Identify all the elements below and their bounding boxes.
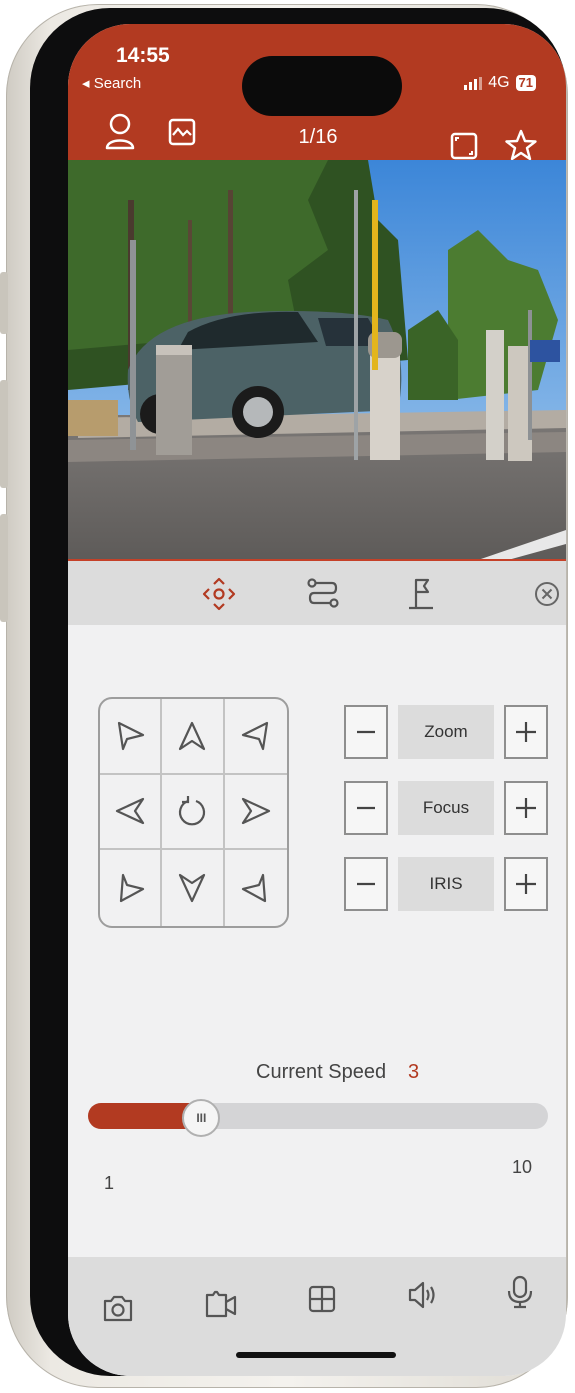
speaker-icon[interactable] bbox=[406, 1279, 438, 1316]
arrow-up-right-icon bbox=[241, 721, 268, 750]
network-type: 4G bbox=[488, 74, 510, 91]
volume-up-button bbox=[0, 380, 8, 488]
minus-icon bbox=[357, 882, 375, 886]
signal-icon bbox=[464, 76, 483, 90]
pan-up-right-button[interactable] bbox=[224, 699, 287, 775]
pan-left-button[interactable] bbox=[100, 774, 163, 851]
reset-rotate-icon bbox=[179, 796, 206, 826]
arrow-right-icon bbox=[241, 798, 270, 825]
focus-far-button[interactable] bbox=[504, 781, 548, 835]
volume-down-button bbox=[0, 514, 8, 622]
zoom-control: Zoom bbox=[344, 705, 548, 759]
direction-pad bbox=[98, 697, 289, 928]
minus-icon bbox=[357, 730, 375, 734]
ptz-control-panel: Zoom Focus IRIS Current Speed 3 III 1 10 bbox=[68, 625, 566, 1257]
back-to-search-link[interactable]: ◂ Search bbox=[82, 74, 141, 92]
speed-min-label: 1 bbox=[104, 1173, 115, 1193]
pan-up-left-button[interactable] bbox=[100, 699, 163, 775]
speed-max-label: 10 bbox=[512, 1157, 533, 1177]
arrow-down-left-icon bbox=[120, 874, 145, 903]
video-record-icon[interactable] bbox=[204, 1289, 238, 1324]
pan-down-left-button[interactable] bbox=[100, 850, 163, 926]
preset-flag-icon[interactable] bbox=[406, 577, 436, 616]
tilt-down-button[interactable] bbox=[162, 850, 225, 926]
focus-near-button[interactable] bbox=[344, 781, 388, 835]
grid-layout-icon[interactable] bbox=[308, 1285, 336, 1318]
status-time: 14:55 bbox=[116, 44, 170, 67]
arrow-up-left-icon bbox=[118, 721, 145, 750]
pan-right-button[interactable] bbox=[224, 775, 287, 851]
minus-icon bbox=[357, 806, 375, 810]
plus-icon bbox=[516, 722, 536, 742]
page-counter: 1/16 bbox=[298, 126, 338, 148]
app-screen: 14:55 ◂ Search 4G 71 1/16 Zoom Focus IRI… bbox=[68, 24, 566, 1376]
zoom-in-button[interactable] bbox=[504, 705, 548, 759]
plus-icon bbox=[516, 798, 536, 818]
iris-label: IRIS bbox=[398, 857, 494, 911]
tilt-up-button[interactable] bbox=[162, 699, 225, 775]
app-header: 14:55 ◂ Search 4G 71 1/16 bbox=[68, 24, 566, 182]
arrow-left-icon bbox=[116, 798, 145, 825]
focus-control: Focus bbox=[344, 781, 548, 835]
arrow-down-icon bbox=[179, 874, 206, 903]
iris-control: IRIS bbox=[344, 857, 548, 911]
arrow-up-icon bbox=[179, 721, 206, 750]
camera-live-view[interactable] bbox=[68, 160, 566, 560]
speed-value: 3 bbox=[408, 1061, 420, 1083]
speed-slider-track[interactable] bbox=[88, 1103, 548, 1129]
battery-icon: 71 bbox=[515, 75, 536, 91]
image-icon[interactable] bbox=[168, 118, 196, 151]
zoom-label: Zoom bbox=[398, 705, 494, 759]
dynamic-island bbox=[242, 56, 402, 116]
user-icon[interactable] bbox=[104, 112, 136, 157]
reset-position-button[interactable] bbox=[162, 774, 225, 851]
home-indicator bbox=[236, 1352, 396, 1358]
mute-switch bbox=[0, 272, 8, 334]
speed-slider-thumb[interactable]: III bbox=[182, 1099, 221, 1137]
focus-label: Focus bbox=[398, 781, 494, 835]
path-icon[interactable] bbox=[306, 577, 340, 614]
iris-close-button[interactable] bbox=[344, 857, 388, 911]
arrow-down-right-icon bbox=[241, 874, 266, 903]
status-indicators: 4G 71 bbox=[464, 74, 536, 92]
control-tab-bar bbox=[68, 561, 566, 625]
speed-label: Current Speed bbox=[256, 1061, 387, 1083]
iris-open-button[interactable] bbox=[504, 857, 548, 911]
microphone-icon[interactable] bbox=[506, 1275, 534, 1314]
close-circle-icon[interactable] bbox=[534, 581, 560, 612]
ptz-move-icon[interactable] bbox=[202, 577, 236, 616]
plus-icon bbox=[516, 874, 536, 894]
bottom-toolbar bbox=[68, 1257, 566, 1376]
pan-down-right-button[interactable] bbox=[225, 850, 287, 926]
zoom-out-button[interactable] bbox=[344, 705, 388, 759]
camera-snapshot-icon[interactable] bbox=[102, 1293, 134, 1328]
